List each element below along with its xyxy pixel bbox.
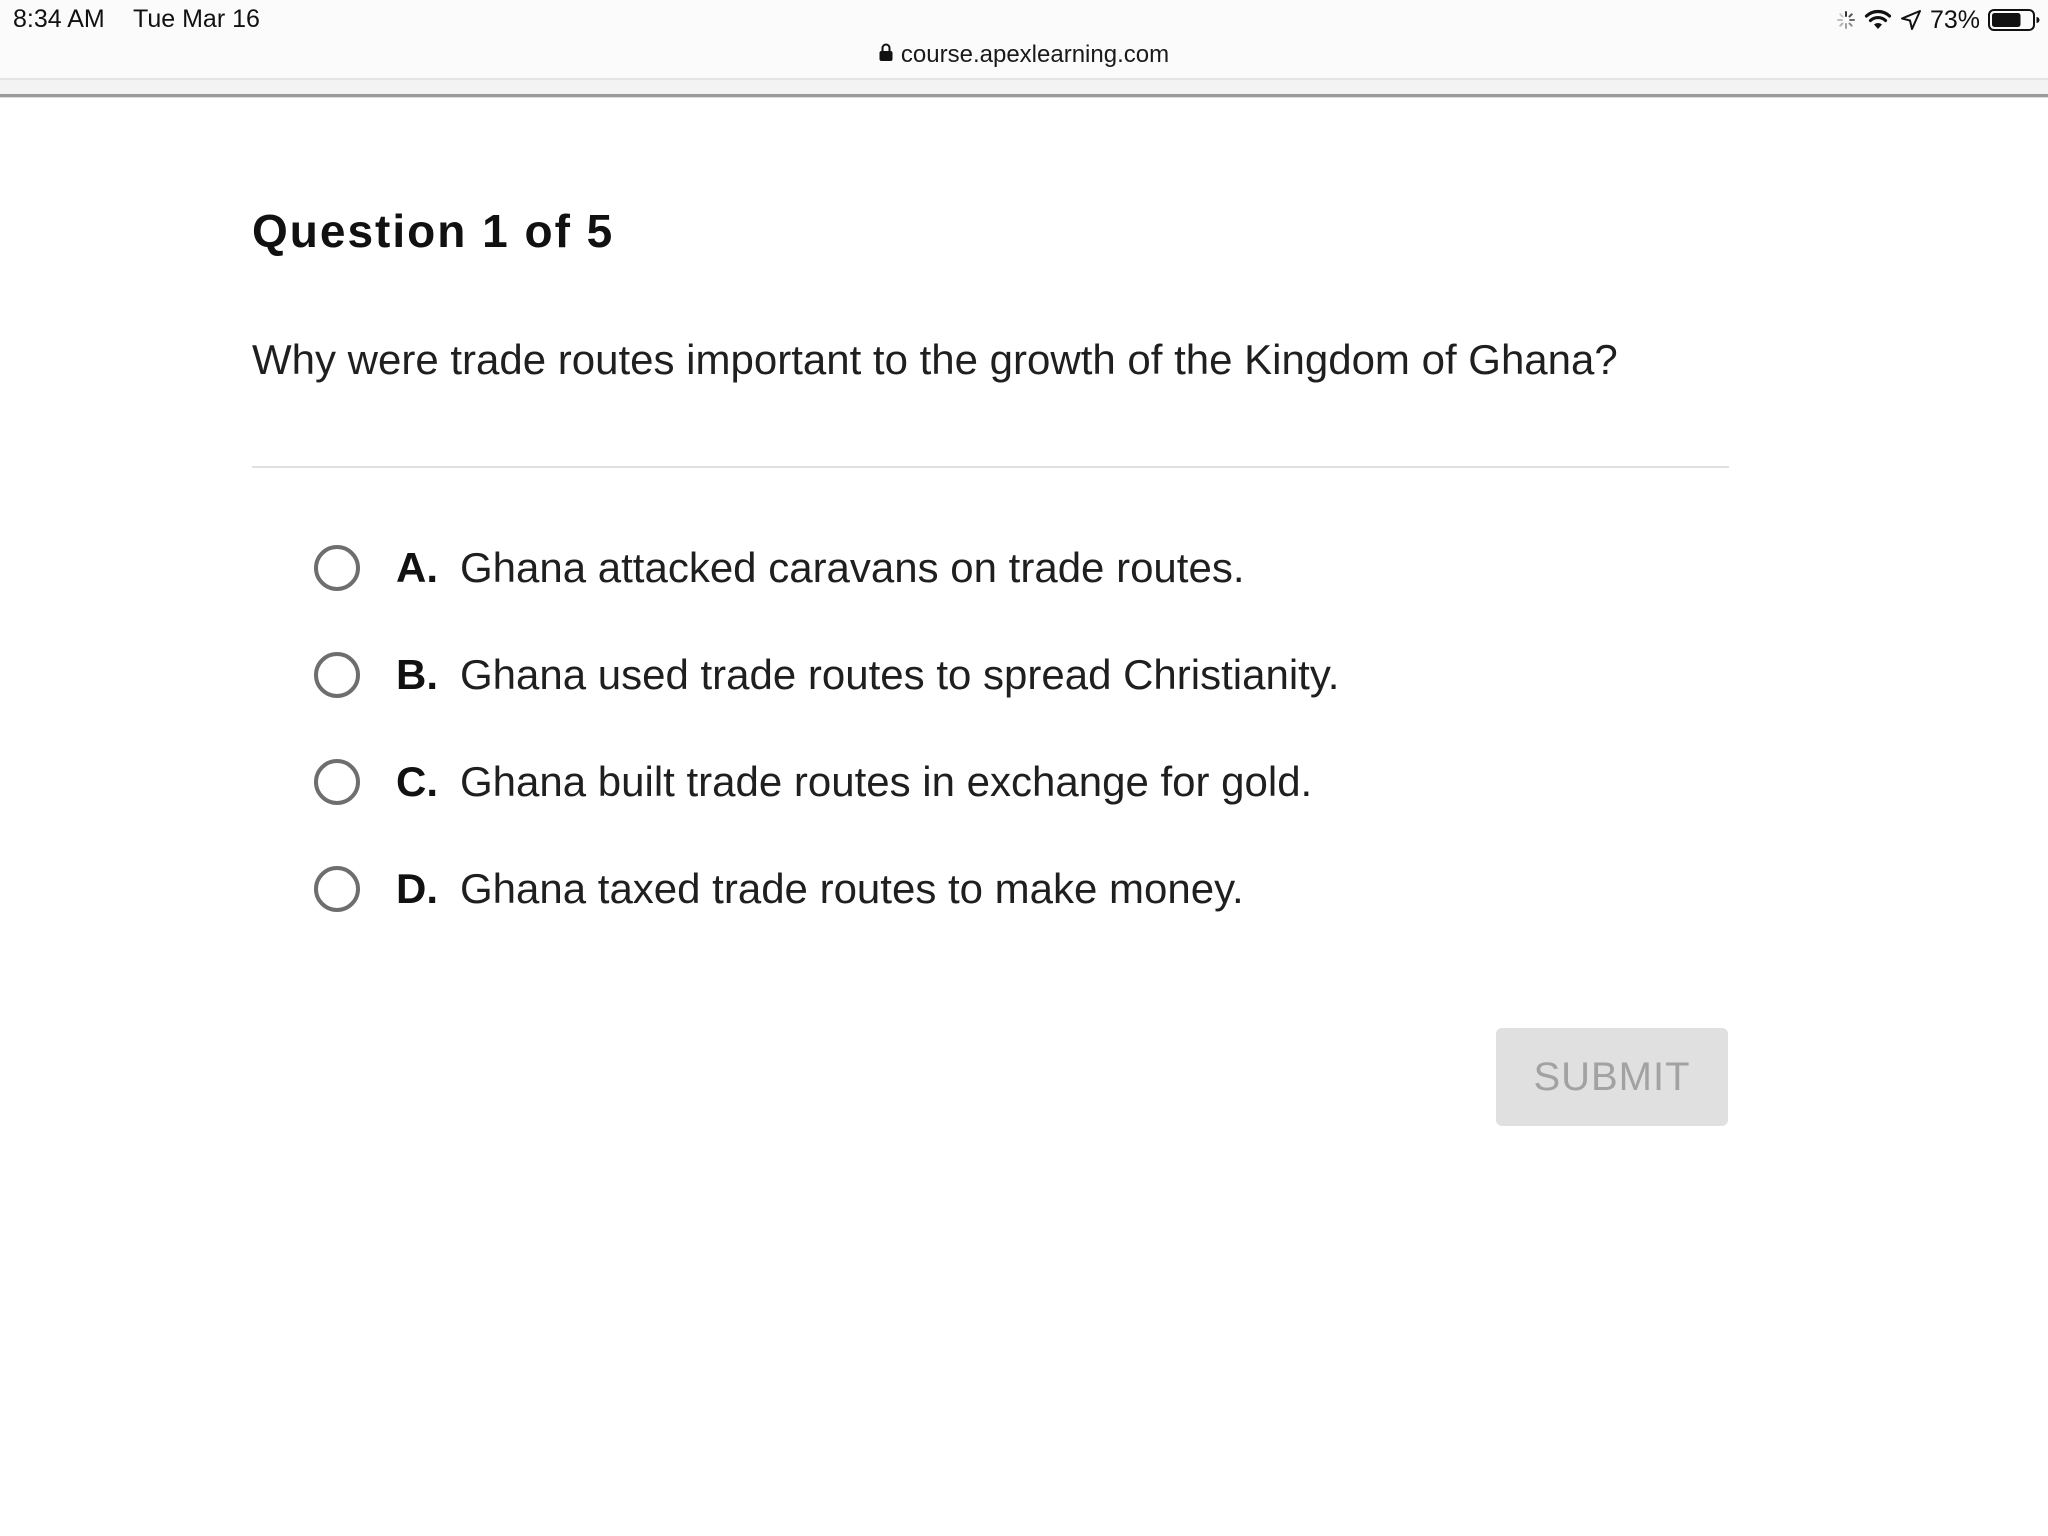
question-text: Why were trade routes important to the g… [252, 336, 1618, 383]
radio-button-a[interactable] [314, 545, 360, 591]
status-indicators: 73% [1836, 4, 2040, 36]
answer-option-c[interactable]: C. Ghana built trade routes in exchange … [314, 753, 1312, 811]
answer-option-d[interactable]: D. Ghana taxed trade routes to make mone… [314, 860, 1244, 918]
question-number-header: Question 1 of 5 [252, 205, 615, 257]
option-letter: B. [396, 651, 438, 698]
url-text: course.apexlearning.com [900, 41, 1170, 68]
status-time: 8:34 AM [13, 5, 105, 33]
page: 8:34 AM Tue Mar 16 73% course.apexlearni… [0, 0, 2048, 1536]
option-text: Ghana attacked caravans on trade routes. [460, 544, 1245, 591]
option-letter: D. [396, 865, 438, 912]
battery-percent: 73% [1929, 5, 1980, 34]
wifi-icon [1864, 9, 1892, 31]
option-letter: C. [396, 758, 438, 805]
battery-icon [1988, 8, 2040, 32]
url-bar[interactable]: course.apexlearning.com [0, 40, 2048, 78]
option-text: Ghana used trade routes to spread Christ… [460, 651, 1340, 698]
radio-button-c[interactable] [314, 759, 360, 805]
url-display[interactable]: course.apexlearning.com [879, 41, 1169, 69]
option-letter: A. [396, 544, 438, 591]
status-bar: 8:34 AM Tue Mar 16 73% [0, 0, 2048, 40]
option-text: Ghana taxed trade routes to make money. [460, 865, 1244, 912]
lock-icon [879, 41, 893, 69]
answer-option-a[interactable]: A. Ghana attacked caravans on trade rout… [314, 539, 1245, 597]
location-arrow-icon [1900, 9, 1922, 31]
radio-button-b[interactable] [314, 652, 360, 698]
option-text: Ghana built trade routes in exchange for… [460, 758, 1313, 805]
question-divider [252, 466, 1729, 468]
submit-button[interactable]: SUBMIT [1496, 1028, 1728, 1126]
status-date: Tue Mar 16 [133, 5, 260, 33]
toolbar-divider [0, 78, 2048, 98]
radio-button-d[interactable] [314, 866, 360, 912]
answer-option-b[interactable]: B. Ghana used trade routes to spread Chr… [314, 646, 1339, 704]
loading-spinner-icon [1836, 10, 1856, 30]
